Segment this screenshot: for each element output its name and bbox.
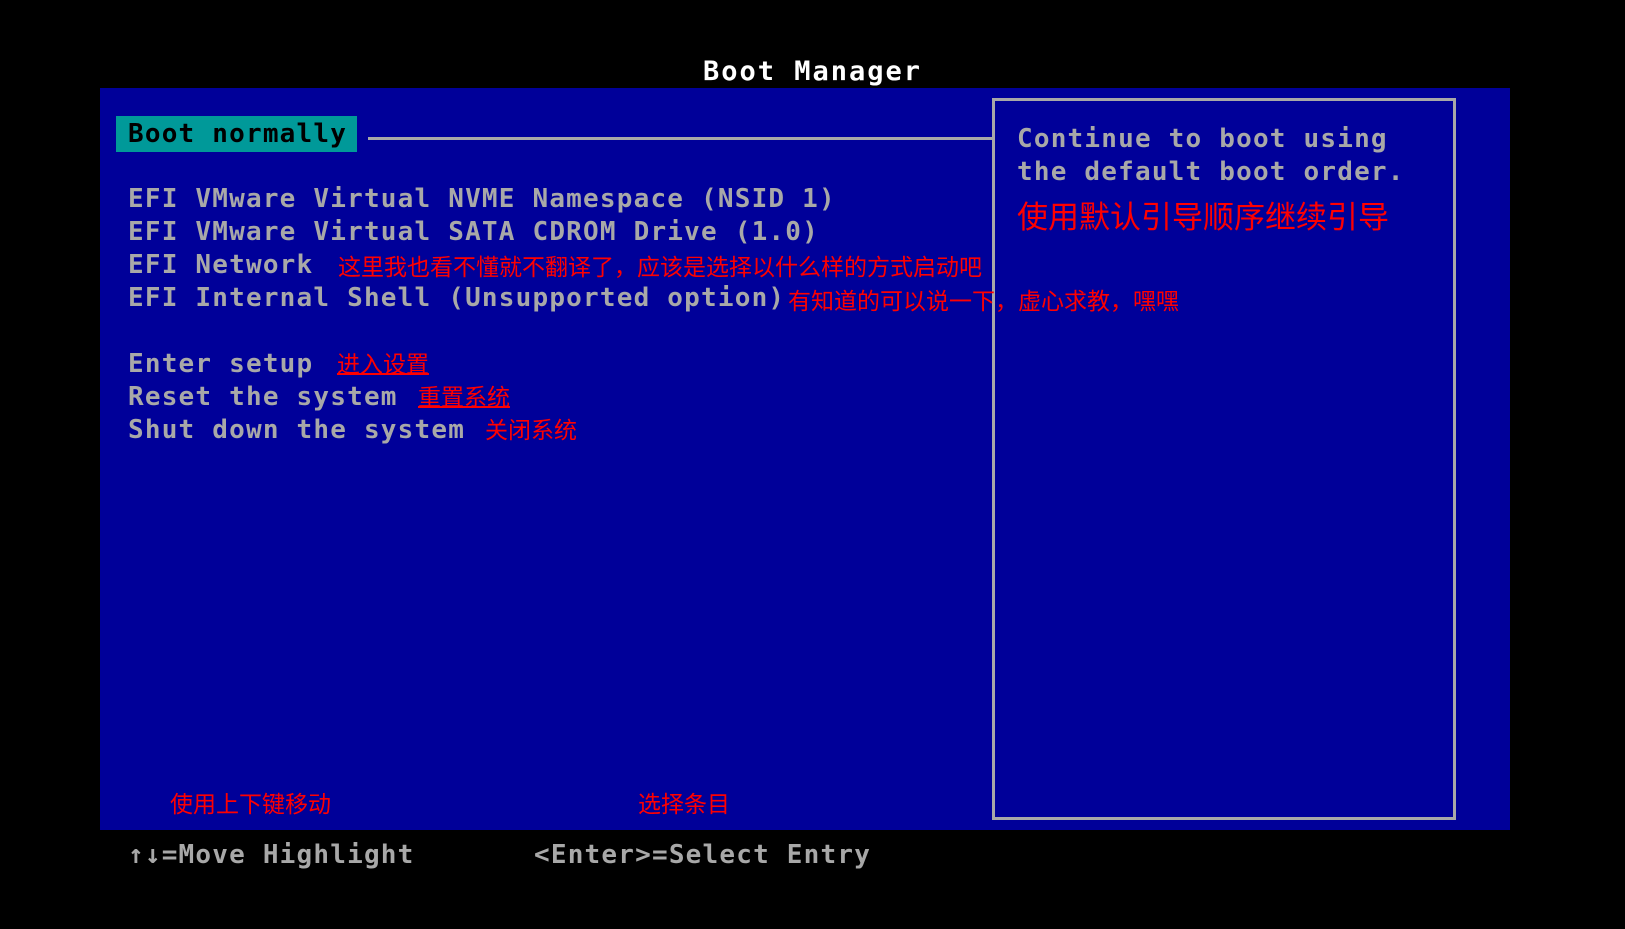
boot-manager-screen: Boot Manager Boot normally EFI VMware Vi… bbox=[0, 0, 1625, 929]
menu-item-efi-sata-cdrom[interactable]: EFI VMware Virtual SATA CDROM Drive (1.0… bbox=[128, 216, 819, 249]
menu-item-efi-network[interactable]: EFI Network bbox=[128, 249, 313, 282]
main-panel: Boot normally EFI VMware Virtual NVME Na… bbox=[100, 88, 1510, 830]
menu-item-boot-normally[interactable]: Boot normally bbox=[116, 116, 358, 152]
help-description-panel: Continue to boot using the default boot … bbox=[992, 98, 1456, 820]
menu-item-reset-system[interactable]: Reset the system bbox=[128, 381, 398, 414]
status-select-entry: <Enter>=Select Entry bbox=[534, 840, 872, 870]
status-move-highlight: ↑↓=Move Highlight bbox=[128, 840, 415, 870]
menu-item-shut-down-system[interactable]: Shut down the system bbox=[128, 414, 465, 447]
annotation-shut-down: 关闭系统 bbox=[485, 418, 577, 444]
menu-item-enter-setup[interactable]: Enter setup bbox=[128, 348, 313, 381]
annotation-shell-note: 有知道的可以说一下，虚心求教，嘿嘿 bbox=[788, 289, 1179, 315]
annotation-network-note: 这里我也看不懂就不翻译了，应该是选择以什么样的方式启动吧 bbox=[338, 255, 982, 281]
help-text-line-2: the default boot order. bbox=[1017, 157, 1405, 187]
annotation-move-keys: 使用上下键移动 bbox=[170, 792, 331, 818]
annotation-reset-system: 重置系统 bbox=[418, 385, 510, 411]
boot-menu-list: Boot normally EFI VMware Virtual NVME Na… bbox=[100, 88, 1000, 830]
highlight-connector-rule bbox=[368, 137, 993, 140]
annotation-help-translation: 使用默认引导顺序继续引导 bbox=[1017, 200, 1389, 236]
page-title: Boot Manager bbox=[702, 56, 923, 87]
menu-item-efi-internal-shell[interactable]: EFI Internal Shell (Unsupported option) bbox=[128, 282, 785, 315]
menu-item-efi-nvme[interactable]: EFI VMware Virtual NVME Namespace (NSID … bbox=[128, 183, 836, 216]
help-text-line-1: Continue to boot using bbox=[1017, 124, 1388, 154]
annotation-select-entry: 选择条目 bbox=[638, 792, 730, 818]
annotation-enter-setup: 进入设置 bbox=[337, 352, 429, 378]
status-bar: ↑↓=Move Highlight <Enter>=Select Entry bbox=[0, 833, 1625, 929]
